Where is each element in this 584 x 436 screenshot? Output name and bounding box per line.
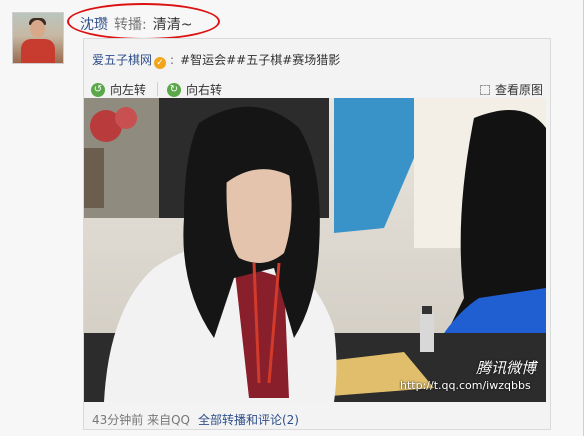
- avatar-head: [30, 20, 45, 38]
- verified-icon: ✓: [154, 57, 167, 69]
- rotate-right-label: 向右转: [186, 83, 223, 97]
- rotate-left-button[interactable]: ↺ 向左转: [91, 81, 146, 98]
- view-original-button[interactable]: 查看原图: [480, 81, 543, 98]
- red-highlight-circle: [67, 3, 220, 40]
- rotate-right-icon: ↻: [167, 82, 181, 97]
- view-original-label: 查看原图: [495, 83, 544, 97]
- toolbar-divider: [157, 82, 158, 96]
- rotate-right-button[interactable]: ↻ 向右转: [167, 81, 222, 98]
- source-name-link[interactable]: 爱五子棋网: [92, 53, 152, 67]
- post-photo[interactable]: 腾讯微博 http://t.qq.com/iwzqbbs: [84, 98, 546, 402]
- flower-pot: [84, 148, 104, 208]
- watermark-brand: 腾讯微博: [476, 359, 537, 377]
- player-face: [226, 161, 292, 263]
- expand-icon: [480, 84, 490, 95]
- avatar-shirt: [21, 39, 55, 63]
- water-bottle: [420, 312, 434, 352]
- rotate-left-icon: ↺: [91, 82, 105, 97]
- original-post-header: 爱五子棋网 ✓: #智运会##五子棋#赛场猎影: [92, 51, 340, 69]
- original-post-card: 爱五子棋网✓: #智运会##五子棋#赛场猎影 ↺ 向左转 ↻ 向右转 查看原图: [83, 38, 551, 430]
- post-footer: 43分钟前 来自QQ 全部转播和评论(2): [92, 411, 299, 428]
- rotate-left-label: 向左转: [110, 83, 147, 97]
- image-toolbar: ↺ 向左转 ↻ 向右转 查看原图: [91, 81, 545, 97]
- all-comments-link[interactable]: 全部转播和评论(2): [198, 413, 299, 427]
- source-separator: :: [170, 53, 175, 67]
- flower-2: [115, 107, 137, 129]
- topic-tags[interactable]: #智运会##五子棋#赛场猎影: [180, 53, 340, 67]
- watermark-url: http://t.qq.com/iwzqbbs: [400, 379, 531, 392]
- avatar[interactable]: [13, 13, 63, 63]
- bottle-cap: [422, 306, 432, 314]
- post-time-source: 43分钟前 来自QQ: [92, 413, 190, 427]
